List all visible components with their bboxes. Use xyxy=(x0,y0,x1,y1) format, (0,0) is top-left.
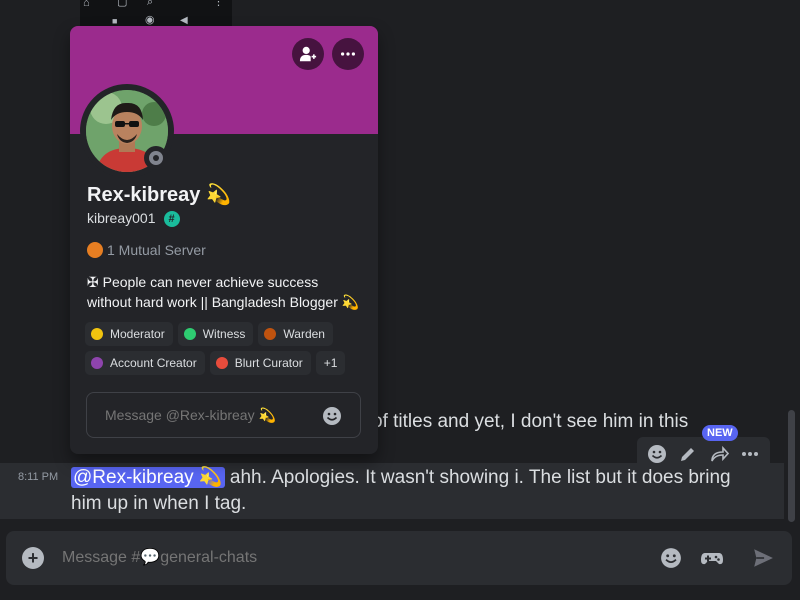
search-icon[interactable]: ⌕ xyxy=(147,0,153,8)
more-horizontal-icon xyxy=(340,52,356,56)
record-icon[interactable]: ◉ xyxy=(145,15,155,26)
role-chip[interactable]: Warden xyxy=(258,322,333,346)
home-icon[interactable]: ⌂ xyxy=(83,0,90,9)
direct-message-box xyxy=(86,392,361,438)
message-content: @Rex-kibreay 💫 ahh. Apologies. It wasn't… xyxy=(71,465,751,517)
user-profile-popout: Rex-kibreay 💫 kibreay001 # 1 Mutual Serve… xyxy=(70,26,378,454)
message-input[interactable] xyxy=(60,548,624,568)
direct-message-input[interactable] xyxy=(103,406,307,424)
user-mention[interactable]: @Rex-kibreay 💫 xyxy=(71,467,225,488)
chat-message-row[interactable]: 8:11 PM @Rex-kibreay 💫 ahh. Apologies. I… xyxy=(0,463,784,519)
mutual-servers-label: 1 Mutual Server xyxy=(107,242,206,258)
square-icon[interactable]: ▢ xyxy=(117,0,127,8)
role-list: Moderator Witness Warden Account Creator… xyxy=(85,322,370,375)
more-vertical-icon[interactable]: ⋮ xyxy=(213,0,224,8)
role-color-dot xyxy=(91,328,103,340)
chat-message-partial: of titles and yet, I don't see him in th… xyxy=(372,411,689,432)
role-color-dot xyxy=(183,328,196,340)
server-icon xyxy=(87,242,103,258)
role-color-dot xyxy=(91,357,103,369)
more-roles-button[interactable]: +1 xyxy=(315,351,346,375)
offline-status-icon xyxy=(149,151,163,165)
role-chip[interactable]: Witness xyxy=(177,322,254,346)
status-indicator xyxy=(144,146,168,170)
message-composer: + xyxy=(6,531,792,585)
role-color-dot xyxy=(215,357,228,369)
message-timestamp: 8:11 PM xyxy=(18,471,59,483)
add-friend-button[interactable] xyxy=(292,38,324,70)
add-friend-icon xyxy=(299,46,317,62)
chat-scrollbar[interactable] xyxy=(788,410,795,522)
role-label: Warden xyxy=(283,327,325,341)
role-label: Account Creator xyxy=(110,356,197,370)
role-label: Moderator xyxy=(110,327,165,341)
role-chip[interactable]: Moderator xyxy=(85,322,173,346)
profile-more-button[interactable] xyxy=(332,38,364,70)
role-chip[interactable]: Blurt Curator xyxy=(209,351,311,375)
profile-username: kibreay001 xyxy=(87,210,156,226)
back-icon[interactable]: ◀ xyxy=(180,15,188,26)
mutual-servers[interactable]: 1 Mutual Server xyxy=(87,242,206,258)
gamepad-icon[interactable] xyxy=(700,545,726,571)
emoji-icon[interactable] xyxy=(660,545,686,571)
role-label: Witness xyxy=(202,327,246,341)
profile-display-name: Rex-kibreay 💫 xyxy=(87,184,231,206)
emoji-icon[interactable] xyxy=(322,406,342,431)
attach-plus-icon[interactable]: + xyxy=(22,547,44,569)
role-label: Blurt Curator xyxy=(234,356,303,370)
send-icon[interactable] xyxy=(752,545,778,571)
profile-bio: ✠ People can never achieve success witho… xyxy=(87,274,360,310)
new-badge: NEW xyxy=(702,425,738,441)
hashtag-badge-icon[interactable]: # xyxy=(163,211,180,228)
profile-username-row: kibreay001 # xyxy=(87,210,180,228)
role-color-dot xyxy=(264,328,277,340)
role-chip[interactable]: Account Creator xyxy=(85,351,205,375)
